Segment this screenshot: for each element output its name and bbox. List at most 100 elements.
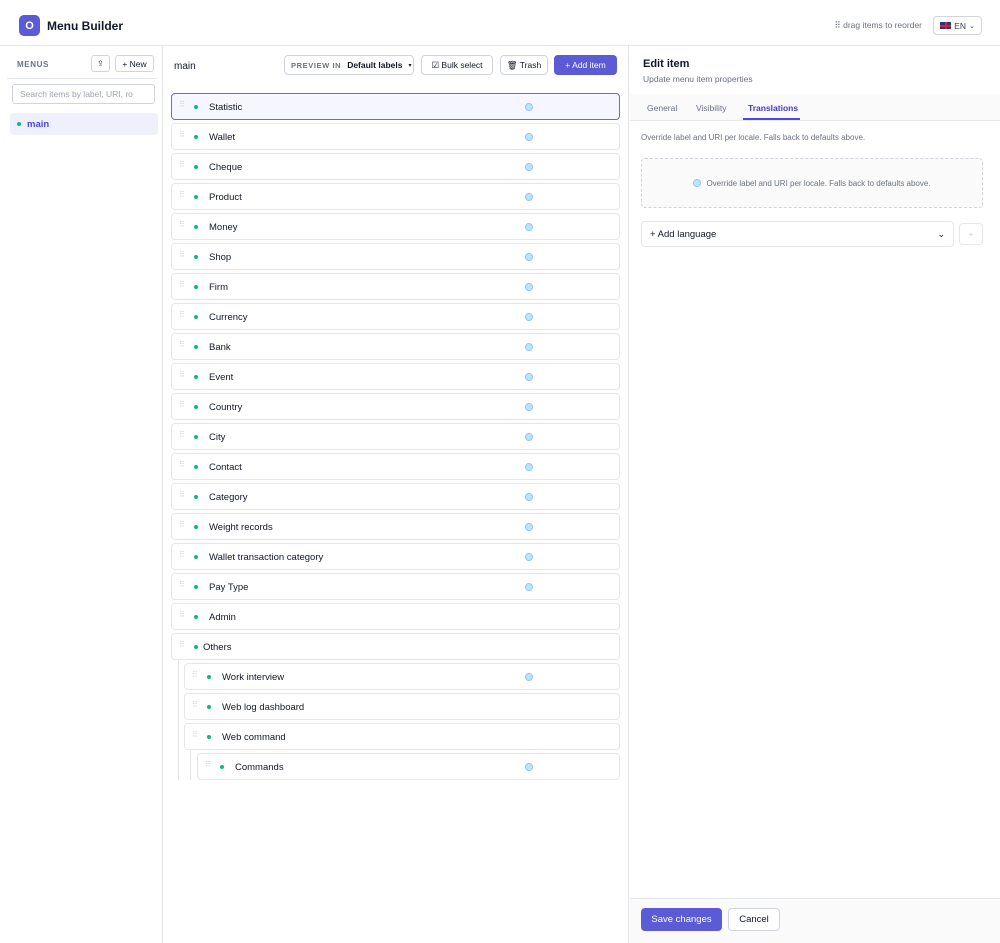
menu-item-row[interactable]: ⠿ Others [171,633,620,660]
status-dot [194,645,198,649]
menu-item-label: Wallet transaction category [209,552,324,563]
globe-icon [693,179,702,187]
drag-handle-icon[interactable]: ⠿ [179,461,186,472]
menu-item-label: Commands [235,762,284,773]
drag-handle-icon[interactable]: ⠿ [179,521,186,532]
save-changes-button[interactable]: Save changes [641,908,722,931]
menu-item-label: Wallet [209,132,236,143]
drag-handle-icon[interactable]: ⠿ [205,761,212,772]
panel-tabs: General Visibility Translations [630,94,1000,121]
cancel-button[interactable]: Cancel [728,908,780,931]
drag-handle-icon[interactable]: ⠿ [179,281,186,292]
menu-item-row[interactable]: ⠿ Work interview [184,663,620,690]
sidebar-header: MENUS ⇪ + New [7,46,157,79]
drag-handle-icon[interactable]: ⠿ [179,611,186,622]
status-dot [194,585,198,589]
status-dot [194,375,198,379]
menu-item-label: Admin [209,612,236,623]
status-dot [194,255,198,259]
globe-icon [525,343,533,351]
globe-icon [525,133,533,141]
drag-handle-icon[interactable]: ⠿ [179,491,186,502]
panel-subtitle: Update menu item properties [643,74,753,84]
active-tab-indicator [743,118,800,120]
drag-handle-icon[interactable]: ⠿ [179,641,186,652]
menu-item-row[interactable]: ⠿ Cheque [171,153,620,180]
drag-handle-icon[interactable]: ⠿ [179,581,186,592]
globe-icon [525,253,533,261]
app-logo: O [19,15,40,36]
menu-item-label: Event [209,372,234,383]
menu-item-label: Money [209,222,238,233]
globe-icon [525,463,533,471]
menu-item-row[interactable]: ⠿ Statistic [171,93,620,120]
menu-item-row[interactable]: ⠿ Category [171,483,620,510]
drag-handle-icon[interactable]: ⠿ [179,161,186,172]
panel-footer: Save changes Cancel [630,898,1000,943]
menu-item-label: Contact [209,462,242,473]
menu-item-row[interactable]: ⠿ Pay Type [171,573,620,600]
menu-item-row[interactable]: ⠿ Web log dashboard [184,693,620,720]
menu-item-row[interactable]: ⠿ Currency [171,303,620,330]
drag-handle-icon[interactable]: ⠿ [179,251,186,262]
menu-item-row[interactable]: ⠿ Admin [171,603,620,630]
tab-general[interactable]: General [647,103,677,113]
drag-handle-icon[interactable]: ⠿ [192,731,199,742]
status-dot [194,435,198,439]
menu-items-tree: ⠿ Statistic ⠿ Wallet ⠿ Cheque ⠿ Product ⠿ Money ⠿ S… [163,46,629,943]
uk-flag-icon [940,22,952,29]
tab-visibility[interactable]: Visibility [696,103,727,113]
status-dot [194,525,198,529]
menu-item-label: Statistic [209,102,243,113]
globe-icon [525,523,533,531]
menu-item-row[interactable]: ⠿ Bank [171,333,620,360]
drag-handle-icon[interactable]: ⠿ [179,401,186,412]
drag-handle-icon[interactable]: ⠿ [179,341,186,352]
menu-item-row[interactable]: ⠿ Event [171,363,620,390]
drag-handle-icon[interactable]: ⠿ [179,101,186,112]
drag-handle-icon[interactable]: ⠿ [192,671,199,682]
menu-item-row[interactable]: ⠿ Contact [171,453,620,480]
status-dot [194,195,198,199]
add-language-button[interactable]: + [959,223,983,245]
menu-item-row[interactable]: ⠿ Wallet [171,123,620,150]
language-selector[interactable]: EN ⌄ [933,16,982,35]
status-dot [194,225,198,229]
tree-connector [178,660,179,780]
menu-item-label: Web log dashboard [222,702,305,713]
menu-item-row[interactable]: ⠿ Weight records [171,513,620,540]
globe-icon [525,553,533,561]
sidebar-item-main[interactable]: main [10,113,158,135]
globe-icon [525,313,533,321]
menu-item-row[interactable]: ⠿ Money [171,213,620,240]
drag-handle-icon[interactable]: ⠿ [179,311,186,322]
menu-item-row[interactable]: ⠿ Shop [171,243,620,270]
language-label: EN [954,20,966,31]
globe-icon [525,493,533,501]
translations-empty-state: Override label and URI per locale. Falls… [641,158,983,208]
menu-item-row[interactable]: ⠿ Wallet transaction category [171,543,620,570]
drag-handle-icon[interactable]: ⠿ [179,371,186,382]
globe-icon [525,283,533,291]
drag-handle-icon[interactable]: ⠿ [179,551,186,562]
app-title: Menu Builder [47,19,124,33]
globe-icon [525,403,533,411]
new-menu-button[interactable]: + New [115,55,154,72]
drag-handle-icon[interactable]: ⠿ [179,431,186,442]
import-button[interactable]: ⇪ [91,55,110,72]
drag-handle-icon[interactable]: ⠿ [179,191,186,202]
menu-item-row[interactable]: ⠿ Commands [197,753,620,780]
menu-item-row[interactable]: ⠿ Country [171,393,620,420]
drag-handle-icon[interactable]: ⠿ [192,701,199,712]
drag-handle-icon[interactable]: ⠿ [179,221,186,232]
tab-translations[interactable]: Translations [748,103,798,113]
menu-item-row[interactable]: ⠿ Web command [184,723,620,750]
search-input[interactable] [12,84,155,104]
tree-connector [190,750,191,780]
menu-item-row[interactable]: ⠿ Firm [171,273,620,300]
menu-item-row[interactable]: ⠿ Product [171,183,620,210]
status-dot [194,285,198,289]
add-language-select[interactable]: + Add language ⌄ [641,221,954,247]
menu-item-row[interactable]: ⠿ City [171,423,620,450]
drag-handle-icon[interactable]: ⠿ [179,131,186,142]
